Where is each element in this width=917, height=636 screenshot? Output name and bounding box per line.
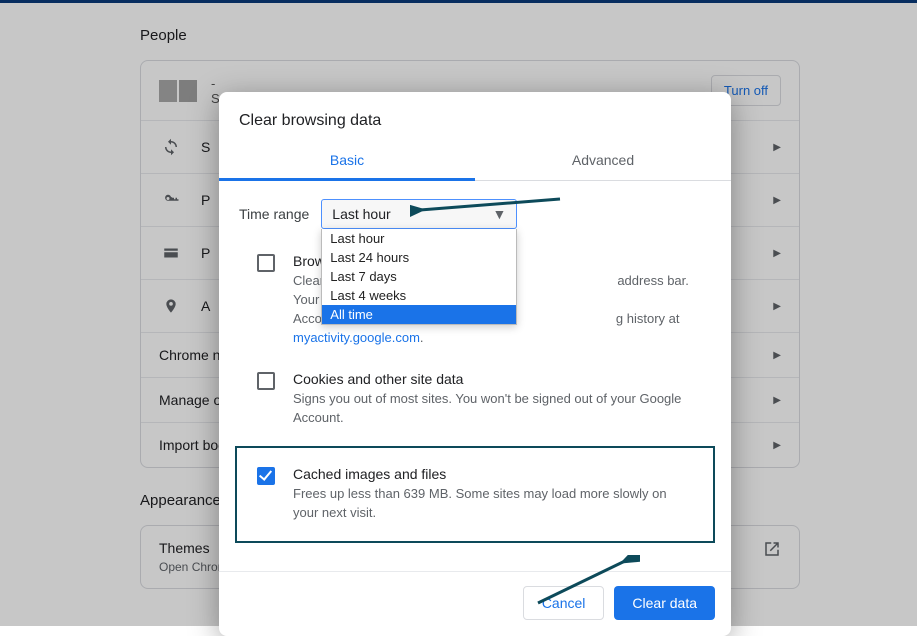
dd-last-hour[interactable]: Last hour bbox=[322, 229, 516, 248]
cache-desc: Frees up less than 639 MB. Some sites ma… bbox=[293, 485, 695, 523]
time-range-dropdown: Last hour Last 24 hours Last 7 days Last… bbox=[321, 229, 517, 325]
browsing-history-checkbox[interactable] bbox=[257, 254, 275, 272]
cache-option-highlight: Cached images and files Frees up less th… bbox=[235, 446, 715, 543]
dd-last-7d[interactable]: Last 7 days bbox=[322, 267, 516, 286]
time-range-label: Time range bbox=[239, 206, 309, 222]
annotation-arrow-1 bbox=[410, 195, 570, 217]
tab-basic[interactable]: Basic bbox=[219, 140, 475, 180]
cookies-title: Cookies and other site data bbox=[293, 371, 711, 387]
cache-text: Cached images and files Frees up less th… bbox=[293, 466, 695, 523]
annotation-arrow-2 bbox=[530, 555, 640, 607]
cookies-option: Cookies and other site data Signs you ou… bbox=[239, 365, 711, 446]
dialog-body: Time range Last hour ▼ Last hour Last 24… bbox=[219, 181, 731, 559]
dialog-footer: Cancel Clear data bbox=[219, 571, 731, 636]
dd-last-24h[interactable]: Last 24 hours bbox=[322, 248, 516, 267]
dd-last-4w[interactable]: Last 4 weeks bbox=[322, 286, 516, 305]
cache-title: Cached images and files bbox=[293, 466, 695, 482]
tab-advanced[interactable]: Advanced bbox=[475, 140, 731, 180]
dialog-title: Clear browsing data bbox=[219, 92, 731, 140]
cookies-desc: Signs you out of most sites. You won't b… bbox=[293, 390, 711, 428]
cookies-text: Cookies and other site data Signs you ou… bbox=[293, 371, 711, 428]
dialog-tabs: Basic Advanced bbox=[219, 140, 731, 181]
cache-option: Cached images and files Frees up less th… bbox=[257, 466, 695, 523]
time-range-value: Last hour bbox=[332, 206, 390, 222]
myactivity-link[interactable]: myactivity.google.com bbox=[293, 330, 420, 345]
dd-all-time[interactable]: All time bbox=[322, 305, 516, 324]
cookies-checkbox[interactable] bbox=[257, 372, 275, 390]
cache-checkbox[interactable] bbox=[257, 467, 275, 485]
clear-browsing-data-dialog: Clear browsing data Basic Advanced Time … bbox=[219, 92, 731, 636]
